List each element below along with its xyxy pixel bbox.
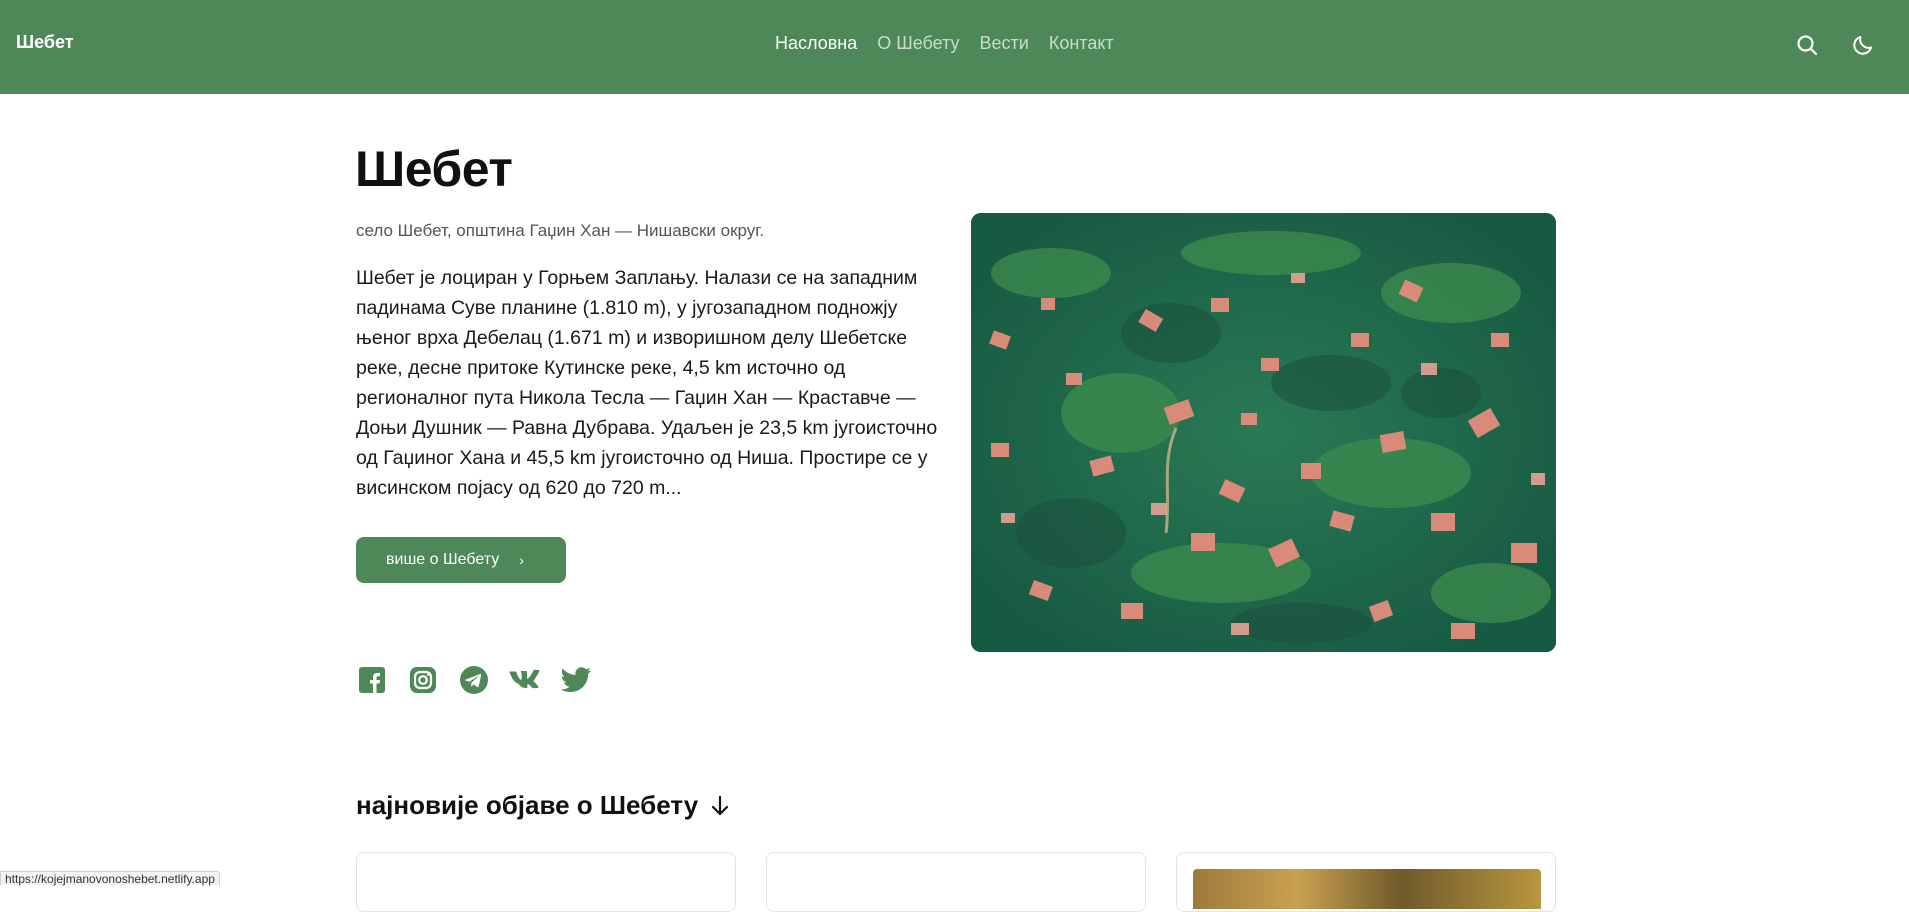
page-title: Шебет [355, 141, 513, 197]
brand-logo[interactable]: Шебет [16, 32, 74, 53]
nav-item-contact[interactable]: Контакт [1049, 33, 1114, 54]
post-card[interactable] [356, 852, 736, 912]
post-thumbnail [1193, 869, 1541, 909]
telegram-icon[interactable] [458, 664, 490, 696]
nav-item-news[interactable]: Вести [980, 33, 1029, 54]
more-about-label: више о Шебету [386, 551, 500, 568]
latest-posts-heading: најновије објаве о Шебету [356, 790, 730, 821]
vk-icon[interactable] [509, 664, 541, 696]
arrow-down-icon [712, 795, 729, 815]
top-navbar: Шебет Насловна О Шебету Вести Контакт [0, 0, 1909, 94]
page-subtitle: село Шебет, општина Гаџин Хан — Нишавски… [356, 221, 765, 240]
theme-toggle-button[interactable] [1848, 30, 1878, 60]
nav-item-about[interactable]: О Шебету [877, 33, 959, 54]
latest-posts-title: најновије објаве о Шебету [356, 790, 699, 820]
facebook-icon[interactable] [356, 664, 388, 696]
post-card[interactable] [1176, 852, 1556, 912]
village-aerial-photo [971, 213, 1556, 652]
post-card[interactable] [766, 852, 1146, 912]
nav-item-home[interactable]: Насловна [775, 33, 857, 54]
search-icon [1797, 35, 1818, 56]
more-about-button[interactable]: више о Шебету › [356, 537, 566, 583]
search-button[interactable] [1792, 30, 1822, 60]
moon-icon [1853, 36, 1872, 55]
social-links [356, 664, 592, 696]
status-bar-url: https://kojejmanovonoshebet.netlify.app [0, 871, 220, 886]
instagram-icon[interactable] [407, 664, 439, 696]
twitter-icon[interactable] [560, 664, 592, 696]
chevron-right-icon: › [519, 552, 524, 568]
village-description: Шебет је лоциран у Горњем Заплању. Налаз… [356, 267, 938, 499]
main-nav: Насловна О Шебету Вести Контакт [775, 33, 1114, 54]
